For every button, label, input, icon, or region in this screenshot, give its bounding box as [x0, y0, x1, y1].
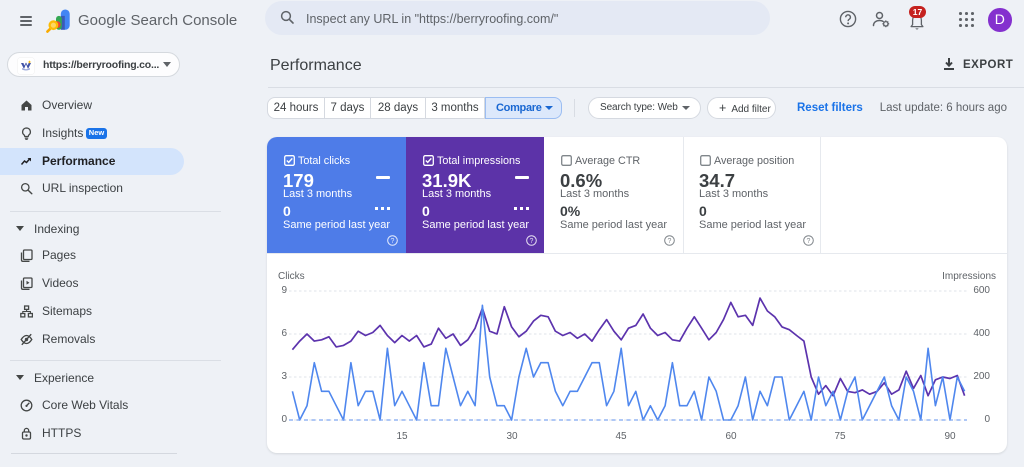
svg-text:?: ? — [391, 238, 395, 245]
svg-text:?: ? — [530, 238, 534, 245]
svg-text:?: ? — [807, 238, 811, 245]
svg-text:?: ? — [668, 238, 672, 245]
